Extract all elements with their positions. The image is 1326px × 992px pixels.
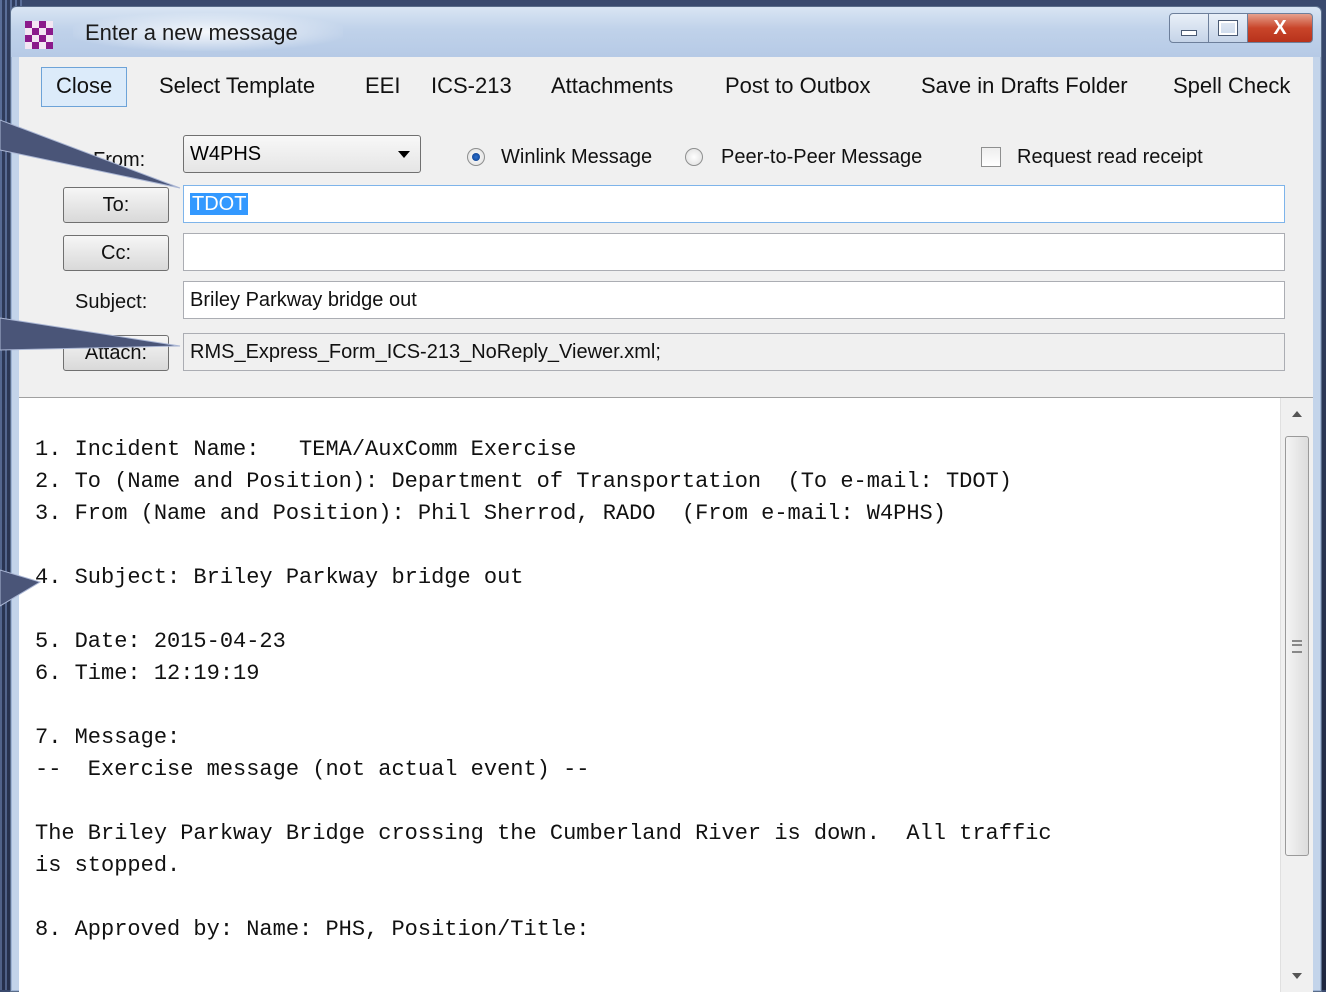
- menu-attachments[interactable]: Attachments: [537, 67, 687, 105]
- scroll-down-button[interactable]: [1281, 960, 1313, 992]
- vertical-scrollbar[interactable]: [1280, 398, 1313, 992]
- callout-arrows: [0, 119, 181, 607]
- subject-field[interactable]: Briley Parkway bridge out: [183, 281, 1285, 319]
- maximize-button[interactable]: [1209, 13, 1248, 43]
- menu-spell-check[interactable]: Spell Check: [1159, 67, 1304, 105]
- winlink-radio[interactable]: [467, 148, 485, 166]
- menu-bar: Close Select Template EEI ICS-213 Attach…: [19, 57, 1313, 116]
- cc-field[interactable]: [183, 233, 1285, 271]
- attach-field[interactable]: RMS_Express_Form_ICS-213_NoReply_Viewer.…: [183, 333, 1285, 371]
- close-icon: X: [1273, 16, 1287, 39]
- scroll-down-icon: [1292, 973, 1302, 979]
- message-window: Enter a new message X Close Select Templ…: [10, 6, 1322, 992]
- close-window-button[interactable]: X: [1248, 13, 1313, 43]
- from-select[interactable]: W4PHS: [183, 135, 421, 173]
- menu-save-in-drafts[interactable]: Save in Drafts Folder: [907, 67, 1142, 105]
- to-field[interactable]: TDOT: [183, 185, 1285, 223]
- grip-icon: [1292, 639, 1302, 653]
- p2p-radio[interactable]: [685, 148, 703, 166]
- chevron-down-icon: [398, 151, 410, 158]
- menu-eei[interactable]: EEI: [351, 67, 414, 105]
- minimize-button[interactable]: [1169, 13, 1209, 43]
- maximize-icon: [1218, 20, 1238, 36]
- message-body-editor[interactable]: 1. Incident Name: TEMA/AuxComm Exercise …: [19, 397, 1313, 992]
- window-controls: X: [1169, 13, 1313, 43]
- read-receipt-label[interactable]: Request read receipt: [1017, 146, 1203, 169]
- winlink-radio-label[interactable]: Winlink Message: [501, 146, 652, 169]
- title-bar[interactable]: Enter a new message X: [11, 7, 1321, 57]
- scroll-up-button[interactable]: [1281, 398, 1313, 430]
- header-form: From: W4PHS Winlink Message Peer-to-Peer…: [19, 115, 1313, 397]
- read-receipt-checkbox[interactable]: [981, 147, 1001, 167]
- from-value: W4PHS: [190, 143, 262, 165]
- scroll-up-icon: [1292, 411, 1302, 417]
- minimize-icon: [1181, 30, 1197, 36]
- p2p-radio-label[interactable]: Peer-to-Peer Message: [721, 146, 922, 169]
- message-body-text[interactable]: 1. Incident Name: TEMA/AuxComm Exercise …: [35, 434, 1275, 946]
- scroll-thumb[interactable]: [1285, 436, 1309, 856]
- menu-ics-213[interactable]: ICS-213: [417, 67, 526, 105]
- client-area: Close Select Template EEI ICS-213 Attach…: [19, 57, 1313, 992]
- menu-post-to-outbox[interactable]: Post to Outbox: [711, 67, 885, 105]
